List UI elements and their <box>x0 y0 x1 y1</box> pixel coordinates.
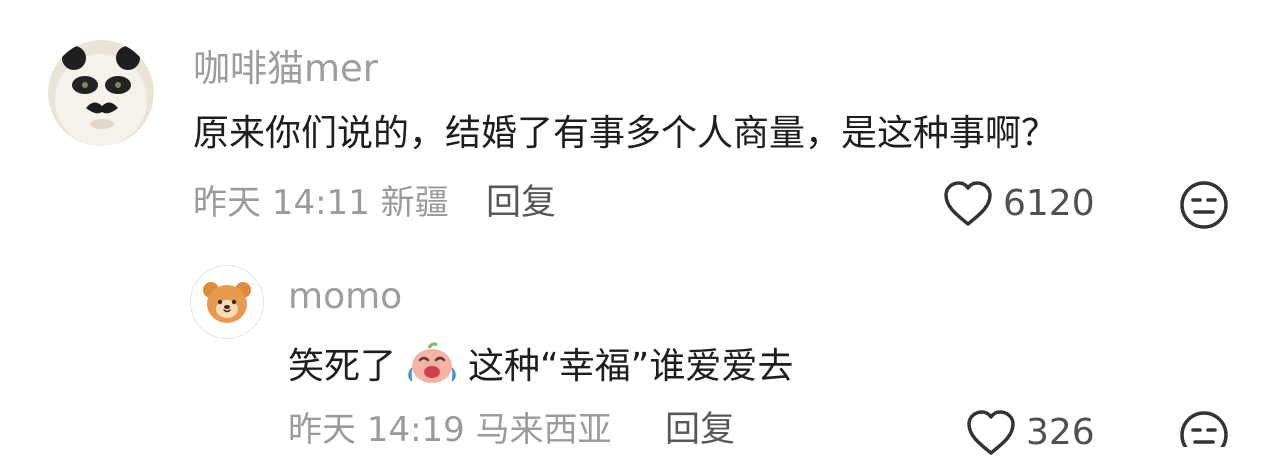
reply-text: 笑死了 这种“幸福”谁爱爱去 <box>288 338 793 398</box>
meh-face-icon <box>1179 181 1229 234</box>
reply-timestamp: 昨天 14:19 <box>288 410 465 450</box>
heart-icon <box>943 181 993 227</box>
location: 新疆 <box>380 183 449 223</box>
dislike-button[interactable] <box>1179 180 1229 230</box>
crying-laughing-emoji-icon <box>406 338 458 398</box>
heart-icon <box>966 410 1016 456</box>
reply-like-count: 326 <box>1026 412 1095 453</box>
comment-thread: 咖啡猫mer 原来你们说的，结婚了有事多个人商量，是这种事啊？ 昨天 14:11… <box>0 0 1278 455</box>
timestamp: 昨天 14:11 <box>193 183 370 223</box>
reply-avatar[interactable] <box>190 265 264 339</box>
reply-like-button[interactable]: 326 <box>966 410 1095 456</box>
avatar[interactable] <box>48 40 154 146</box>
username[interactable]: 咖啡猫mer <box>193 49 378 89</box>
reply-text-after: 这种“幸福”谁爱爱去 <box>468 346 794 387</box>
like-count: 6120 <box>1003 183 1095 224</box>
reply-reply-button[interactable]: 回复 <box>665 410 735 450</box>
comment-text: 原来你们说的，结婚了有事多个人商量，是这种事啊？ <box>193 113 1058 154</box>
reply-button[interactable]: 回复 <box>486 183 556 223</box>
like-button[interactable]: 6120 <box>943 181 1095 227</box>
reply-dislike-button[interactable] <box>1179 410 1229 447</box>
reply-text-before: 笑死了 <box>288 346 397 387</box>
reply-meta: 昨天 14:19 马来西亚 <box>288 410 612 450</box>
reply-location: 马来西亚 <box>475 410 612 450</box>
comment-meta: 昨天 14:11 新疆 <box>193 183 449 223</box>
reply-username[interactable]: momo <box>288 277 402 317</box>
